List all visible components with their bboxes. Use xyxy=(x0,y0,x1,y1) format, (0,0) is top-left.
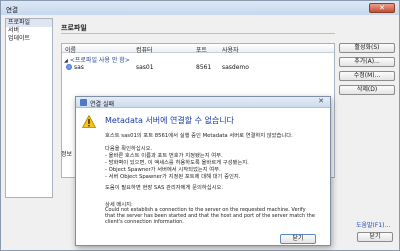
dialog-close-button[interactable]: 닫기 xyxy=(280,234,316,244)
profile-port-cell: 8561 xyxy=(196,64,212,71)
sidebar-item-profiles[interactable]: 프로파일 xyxy=(6,19,52,27)
column-header-user[interactable]: 사용자 xyxy=(222,45,239,54)
dialog-titlebar[interactable]: 연결 실패 ✕ xyxy=(76,97,330,108)
dialog-title: 연결 실패 xyxy=(90,101,114,108)
detail-line-3: client's connection information. xyxy=(105,219,184,225)
close-button[interactable]: 닫기 xyxy=(357,232,393,242)
column-header-name[interactable]: 이름 xyxy=(65,45,76,54)
sidebar-tree: 프로파일 서버 업데이트 xyxy=(5,18,53,198)
group-label: <프로파일 사용 안 함> xyxy=(69,57,130,64)
page-title: 프로파일 xyxy=(61,24,87,32)
column-header-port[interactable]: 포트 xyxy=(196,45,207,54)
sidebar-item-server[interactable]: 서버 xyxy=(6,27,52,35)
delete-button[interactable]: 삭제(D) xyxy=(339,85,395,95)
window-title: 연결 xyxy=(6,6,18,14)
profile-name-cell: sas xyxy=(74,64,84,71)
list-header: 이름 컴퓨터 포트 사용자 xyxy=(62,44,334,54)
sidebar-item-update[interactable]: 업데이트 xyxy=(6,35,52,43)
info-label: 정보 xyxy=(61,151,73,158)
column-header-computer[interactable]: 컴퓨터 xyxy=(136,45,153,54)
activate-button[interactable]: 활성화(S) xyxy=(339,43,395,53)
window-titlebar[interactable]: 연결 ✕ xyxy=(1,1,399,15)
edit-button[interactable]: 수정(M)... xyxy=(339,71,395,81)
window-close-button[interactable]: ✕ xyxy=(369,3,395,13)
warning-icon xyxy=(82,115,96,128)
dialog-close-icon[interactable]: ✕ xyxy=(316,98,326,106)
profile-computer-cell: sas01 xyxy=(136,64,154,71)
error-description: 호스트 sas01의 포트 8561에서 실행 중인 Metadata 서버로 … xyxy=(105,133,293,139)
sas-profile-icon xyxy=(66,64,72,70)
help-link[interactable]: 도움말(F1)... xyxy=(356,220,390,229)
dialog-heading: Metadata 서버에 연결할 수 없습니다 xyxy=(105,116,235,125)
app-icon xyxy=(80,99,87,106)
table-row[interactable]: sas sas01 8561 sasdemo xyxy=(64,64,332,72)
profile-user-cell: sasdemo xyxy=(222,64,249,71)
connection-failed-dialog: 연결 실패 ✕ Metadata 서버에 연결할 수 없습니다 호스트 sas0… xyxy=(75,96,331,246)
details-box: 상세 메시지: Could not establish a connection… xyxy=(103,200,327,232)
contact-admin-text: 도움이 필요하면 현장 SAS 관리자에게 문의하십시오. xyxy=(105,185,224,191)
check-item-spawner-port: - 서버 Object Spawner가 지정된 포트에 대해 대기 중인지. xyxy=(105,174,241,180)
add-button[interactable]: 추가(A)... xyxy=(339,57,395,67)
profile-group-row[interactable]: ◢ <프로파일 사용 안 함> xyxy=(64,55,130,64)
title-divider xyxy=(61,33,335,34)
